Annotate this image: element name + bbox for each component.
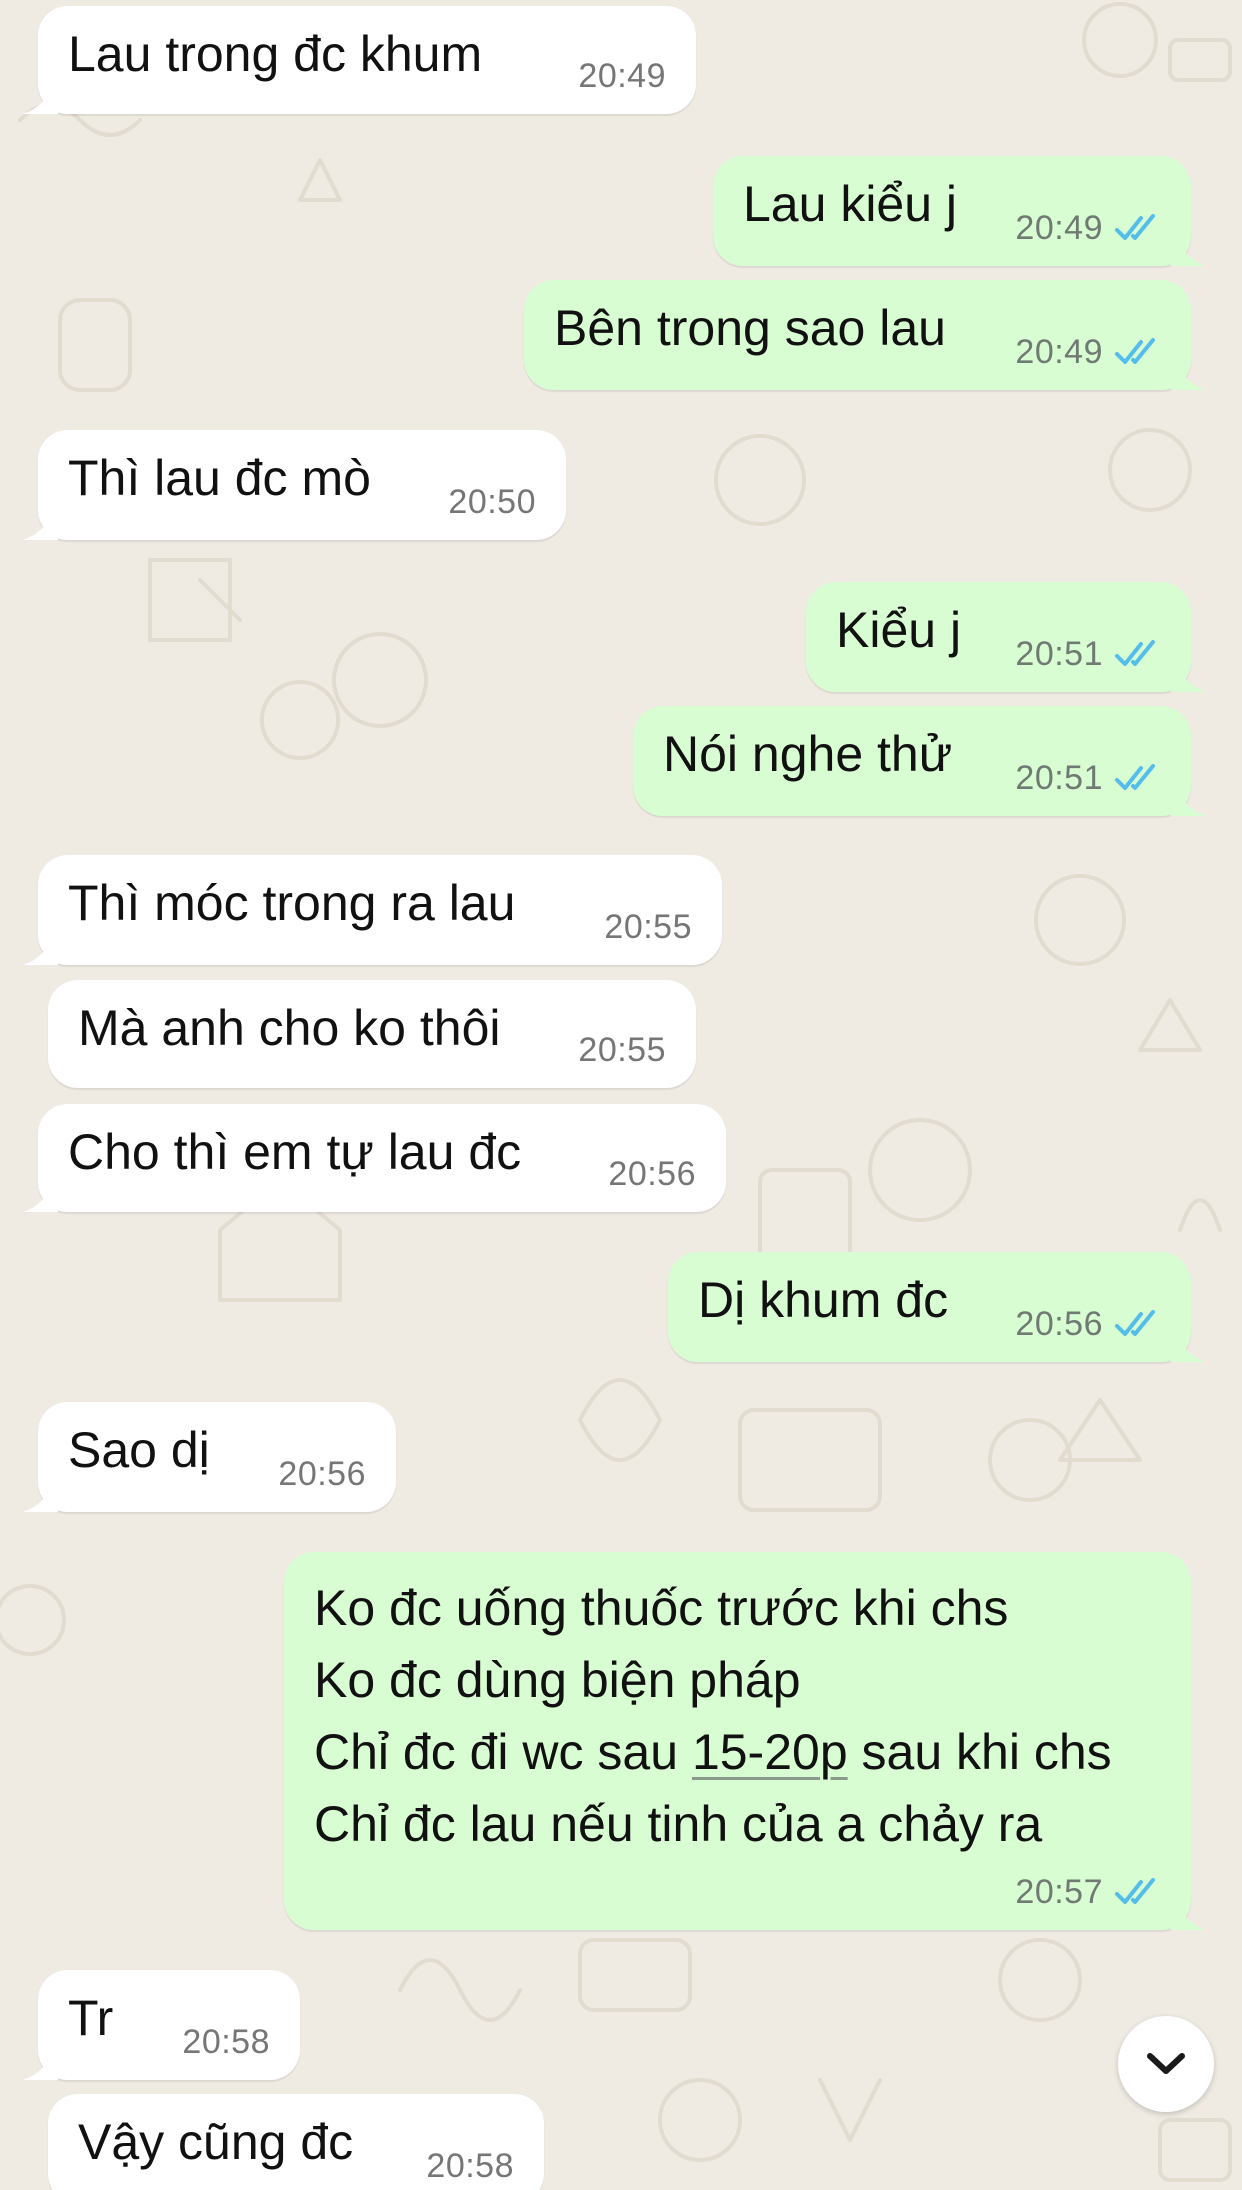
message-incoming[interactable]: Sao dị 20:56 xyxy=(22,1402,396,1512)
double-check-icon xyxy=(1115,764,1155,790)
bubble-tail-icon xyxy=(22,1476,58,1512)
message-meta: 20:56 xyxy=(1015,1304,1161,1344)
message-outgoing[interactable]: Ko đc uống thuốc trước khi chs Ko đc dùn… xyxy=(284,1552,1207,1930)
message-text: Nói nghe thử xyxy=(663,726,953,782)
bubble-tail-icon xyxy=(1171,230,1207,266)
time-link[interactable]: 15-20p xyxy=(692,1724,848,1780)
message-meta: 20:57 xyxy=(1015,1872,1161,1912)
message-incoming[interactable]: Tr 20:58 xyxy=(22,1970,300,2080)
message-line-text: Chỉ đc đi wc sau xyxy=(314,1724,692,1780)
message-text: Kiểu j xyxy=(836,602,962,658)
message-text: Vậy cũng đc xyxy=(78,2114,354,2170)
bubble-tail-icon xyxy=(22,504,58,540)
double-check-icon xyxy=(1115,214,1155,240)
message-time: 20:55 xyxy=(604,908,692,946)
message-text: Tr xyxy=(68,1990,114,2046)
message-meta: 20:51 xyxy=(1015,758,1161,798)
message-time: 20:55 xyxy=(578,1031,666,1069)
message-text: Bên trong sao lau xyxy=(554,300,946,356)
message-time: 20:50 xyxy=(448,483,536,521)
message-meta: 20:58 xyxy=(426,2146,514,2186)
double-check-icon xyxy=(1115,640,1155,666)
message-outgoing[interactable]: Kiểu j 20:51 xyxy=(806,582,1207,692)
message-text: Ko đc uống thuốc trước khi chs Ko đc dùn… xyxy=(314,1572,1112,1860)
message-time: 20:49 xyxy=(1015,209,1103,247)
message-incoming[interactable]: Vậy cũng đc 20:58 xyxy=(48,2094,544,2190)
message-outgoing[interactable]: Bên trong sao lau 20:49 xyxy=(524,280,1207,390)
message-line: Chỉ đc đi wc sau 15-20p sau khi chs xyxy=(314,1716,1112,1788)
message-time: 20:58 xyxy=(426,2147,514,2185)
message-text: Lau kiểu j xyxy=(743,176,958,232)
message-meta: 20:56 xyxy=(608,1154,696,1194)
bubble-tail-icon xyxy=(22,929,58,965)
scroll-to-bottom-button[interactable] xyxy=(1118,2016,1214,2112)
message-meta: 20:49 xyxy=(1015,208,1161,248)
bubble-tail-icon xyxy=(22,1176,58,1212)
bubble-tail-icon xyxy=(22,2044,58,2080)
double-check-icon xyxy=(1115,338,1155,364)
double-check-icon xyxy=(1115,1310,1155,1336)
message-meta: 20:51 xyxy=(1015,634,1161,674)
message-text: Thì móc trong ra lau xyxy=(68,875,516,931)
message-time: 20:56 xyxy=(278,1455,366,1493)
message-time: 20:56 xyxy=(608,1155,696,1193)
double-check-icon xyxy=(1115,1878,1155,1904)
message-incoming[interactable]: Thì lau đc mò 20:50 xyxy=(22,430,566,540)
message-meta: 20:55 xyxy=(604,907,692,947)
message-text: Sao dị xyxy=(68,1422,210,1478)
bubble-tail-icon xyxy=(1171,780,1207,816)
message-incoming[interactable]: Cho thì em tự lau đc 20:56 xyxy=(22,1104,726,1212)
message-outgoing[interactable]: Dị khum đc 20:56 xyxy=(668,1252,1207,1362)
message-text: Dị khum đc xyxy=(698,1272,949,1328)
message-text: Mà anh cho ko thôi xyxy=(78,1000,501,1056)
bubble-tail-icon xyxy=(1171,1326,1207,1362)
message-line: Ko đc uống thuốc trước khi chs xyxy=(314,1580,1009,1636)
message-text: Cho thì em tự lau đc xyxy=(68,1124,522,1180)
message-time: 20:56 xyxy=(1015,1305,1103,1343)
bubble-tail-icon xyxy=(1171,656,1207,692)
message-meta: 20:50 xyxy=(448,482,536,522)
bubble-tail-icon xyxy=(1171,1894,1207,1930)
message-incoming[interactable]: Thì móc trong ra lau 20:55 xyxy=(22,855,722,965)
message-time: 20:51 xyxy=(1015,759,1103,797)
message-text: Thì lau đc mò xyxy=(68,450,371,506)
message-line-text: sau khi chs xyxy=(847,1724,1112,1780)
message-line: Chỉ đc lau nếu tinh của a chảy ra xyxy=(314,1796,1043,1852)
message-time: 20:49 xyxy=(578,57,666,95)
message-line: Ko đc dùng biện pháp xyxy=(314,1652,801,1708)
message-outgoing[interactable]: Nói nghe thử 20:51 xyxy=(633,706,1207,816)
message-meta: 20:56 xyxy=(278,1454,366,1494)
bubble-tail-icon xyxy=(1171,354,1207,390)
message-meta: 20:49 xyxy=(1015,332,1161,372)
message-time: 20:58 xyxy=(182,2023,270,2061)
message-text: Lau trong đc khum xyxy=(68,26,483,82)
message-meta: 20:49 xyxy=(578,56,666,96)
message-meta: 20:55 xyxy=(578,1030,666,1070)
message-time: 20:49 xyxy=(1015,333,1103,371)
message-outgoing[interactable]: Lau kiểu j 20:49 xyxy=(713,156,1207,266)
chevron-down-icon xyxy=(1147,2053,1185,2074)
message-time: 20:57 xyxy=(1015,1873,1103,1911)
bubble-tail-icon xyxy=(22,78,58,114)
message-meta: 20:58 xyxy=(182,2022,270,2062)
message-incoming[interactable]: Mà anh cho ko thôi 20:55 xyxy=(48,980,696,1088)
message-time: 20:51 xyxy=(1015,635,1103,673)
message-incoming[interactable]: Lau trong đc khum 20:49 xyxy=(22,6,696,114)
